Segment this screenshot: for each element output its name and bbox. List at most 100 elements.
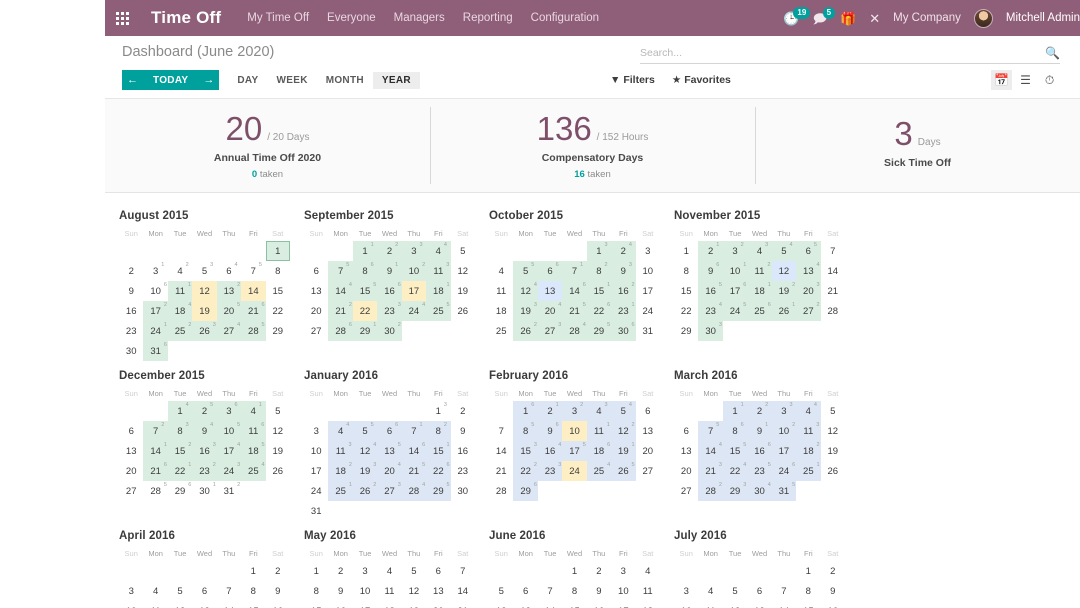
day-cell[interactable]: 26 2 <box>352 481 378 501</box>
day-cell[interactable]: 23 <box>119 321 143 341</box>
day-cell[interactable]: 13 <box>426 581 450 601</box>
day-cell[interactable]: 15 5 <box>722 441 748 461</box>
day-cell[interactable]: 16 4 <box>537 441 563 461</box>
day-cell[interactable]: 25 <box>192 401 217 421</box>
day-cell[interactable]: 19 <box>451 281 475 301</box>
day-cell[interactable]: 19 <box>266 441 290 461</box>
filters-button[interactable]: ▼ Filters <box>610 74 655 86</box>
day-cell[interactable]: 29 6 <box>513 481 538 501</box>
day-cell[interactable]: 17 <box>611 601 635 608</box>
day-cell[interactable]: 13 <box>513 601 537 608</box>
gift-button[interactable]: 🎁 <box>840 12 856 25</box>
day-cell[interactable]: 31 <box>143 261 167 281</box>
avatar[interactable] <box>973 8 993 28</box>
day-cell[interactable]: 14 <box>821 261 845 281</box>
scale-day-button[interactable]: DAY <box>228 72 267 89</box>
menu-item-reporting[interactable]: Reporting <box>463 12 513 24</box>
day-cell[interactable]: 22 2 <box>513 461 538 481</box>
day-cell[interactable]: 15 <box>796 601 820 608</box>
day-cell[interactable]: 12 <box>821 421 845 441</box>
day-cell[interactable]: 13 <box>636 421 660 441</box>
month-grid[interactable]: SunMonTueWedThuFriSat1234567891011121314… <box>489 548 660 608</box>
day-cell[interactable]: 2 <box>328 561 352 581</box>
day-cell[interactable]: 21 <box>821 281 845 301</box>
day-cell[interactable]: 15 1 <box>426 441 451 461</box>
day-cell[interactable]: 28 2 <box>698 481 723 501</box>
day-cell[interactable]: 91 <box>377 261 402 281</box>
next-period-button[interactable]: → <box>198 70 220 90</box>
day-cell[interactable]: 3 <box>674 581 698 601</box>
day-cell[interactable]: 24 <box>636 301 660 321</box>
day-cell[interactable]: 9 <box>266 581 290 601</box>
day-cell[interactable]: 94 <box>192 421 217 441</box>
day-cell[interactable]: 6 <box>636 401 660 421</box>
day-cell[interactable]: 13 <box>304 281 328 301</box>
day-cell[interactable]: 29 3 <box>722 481 748 501</box>
day-cell[interactable]: 22 <box>266 301 290 321</box>
day-cell[interactable]: 44 <box>426 241 451 261</box>
day-cell[interactable]: 20 <box>674 461 698 481</box>
day-cell[interactable]: 6 <box>513 581 537 601</box>
day-cell[interactable]: 10 <box>562 421 587 441</box>
day-cell[interactable]: 27 <box>304 321 328 341</box>
day-cell[interactable]: 19 3 <box>352 461 378 481</box>
day-cell[interactable]: 21 5 <box>401 461 427 481</box>
day-cell[interactable]: 28 5 <box>143 481 167 501</box>
day-cell[interactable]: 4 <box>489 261 513 281</box>
day-cell[interactable]: 30 4 <box>747 481 772 501</box>
day-cell[interactable]: 16 <box>119 301 143 321</box>
day-cell[interactable]: 3 <box>611 561 635 581</box>
day-cell[interactable]: 16 <box>266 601 290 608</box>
day-cell[interactable]: 71 <box>401 421 427 441</box>
day-cell[interactable]: 93 <box>611 261 636 281</box>
day-cell[interactable]: 12 <box>771 261 797 281</box>
month-grid[interactable]: Sun Mon Tue Wed Thu Fri Sat 1 1 2 2 3 3 4 4 5 6 7 5 8 6 9 1 10 2… <box>304 228 475 341</box>
clock-icon[interactable]: ⏱ <box>1039 70 1060 90</box>
day-cell[interactable]: 44 <box>328 421 353 441</box>
day-cell[interactable]: 27 2 <box>796 301 821 321</box>
day-cell[interactable]: 71 <box>562 261 587 281</box>
day-cell[interactable]: 7 <box>217 581 241 601</box>
day-cell[interactable]: 25 5 <box>426 301 451 321</box>
day-cell[interactable]: 5 <box>489 581 513 601</box>
scale-month-button[interactable]: MONTH <box>317 72 373 89</box>
day-cell[interactable]: 4 <box>143 581 167 601</box>
day-cell[interactable]: 21 <box>537 401 563 421</box>
day-cell[interactable]: 24 <box>304 481 328 501</box>
day-cell[interactable]: 8 <box>562 581 586 601</box>
apps-grid-icon[interactable] <box>105 0 139 36</box>
day-cell[interactable]: 82 <box>586 261 612 281</box>
day-cell[interactable]: 5 <box>821 401 845 421</box>
day-cell[interactable]: 27 <box>119 481 143 501</box>
day-cell[interactable]: 9 <box>119 281 143 301</box>
day-cell[interactable]: 12 4 <box>352 441 378 461</box>
day-cell[interactable]: 11 1 <box>167 281 193 301</box>
day-cell[interactable]: 30 <box>119 341 143 361</box>
day-cell[interactable]: 43 <box>747 241 772 261</box>
day-cell[interactable]: 4 <box>698 581 722 601</box>
day-cell[interactable]: 27 3 <box>537 321 563 341</box>
day-cell[interactable]: 86 <box>352 261 378 281</box>
day-cell[interactable]: 11 <box>636 581 660 601</box>
day-cell[interactable]: 9 <box>451 421 475 441</box>
day-cell[interactable]: 10 6 <box>143 281 167 301</box>
day-cell[interactable]: 20 <box>119 461 143 481</box>
activity-menu[interactable]: 🕒 19 <box>783 6 811 25</box>
day-cell[interactable]: 11 <box>143 601 167 608</box>
day-cell[interactable]: 5 <box>266 401 290 421</box>
day-cell[interactable]: 13 <box>537 281 563 301</box>
day-cell[interactable]: 23 3 <box>537 461 563 481</box>
day-cell[interactable]: 15 <box>674 281 698 301</box>
day-cell[interactable]: 15 <box>562 601 586 608</box>
day-cell[interactable]: 75 <box>241 261 265 281</box>
day-cell[interactable]: 13 5 <box>377 441 402 461</box>
day-cell[interactable]: 14 <box>241 281 266 301</box>
month-grid[interactable]: SunMonTueWedThuFriSat1234567891011121314… <box>674 548 845 608</box>
day-cell[interactable]: 18 6 <box>586 441 612 461</box>
day-cell[interactable]: 7 <box>489 421 513 441</box>
month-grid[interactable]: SunMonTueWedThuFriSat1234567891011121314… <box>119 548 290 608</box>
day-cell[interactable]: 14 1 <box>143 441 168 461</box>
day-cell[interactable]: 22 6 <box>586 301 612 321</box>
day-cell[interactable]: 14 <box>167 401 193 421</box>
day-cell[interactable]: 11 <box>698 601 722 608</box>
